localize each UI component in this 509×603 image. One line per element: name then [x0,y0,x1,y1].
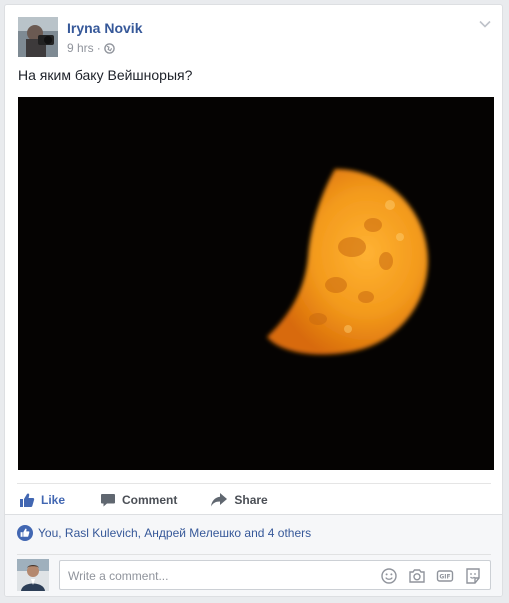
comment-tools: GIF [380,567,482,585]
post-footer: You, Rasl Kulevich, Андрей Мелешко and 4… [5,514,502,596]
globe-icon[interactable] [103,42,115,54]
post-card: Iryna Novik 9 hrs · На яким баку Вейшнор… [4,4,503,597]
post-photo-moon[interactable] [18,97,494,470]
author-name[interactable]: Iryna Novik [67,20,142,36]
comment-button[interactable]: Comment [100,485,177,515]
post-header: Iryna Novik 9 hrs · [18,17,491,61]
share-button[interactable]: Share [210,485,268,515]
gif-icon[interactable]: GIF [436,567,454,585]
chevron-down-icon[interactable] [478,17,492,31]
share-label: Share [234,493,268,507]
comment-label: Comment [122,493,178,507]
svg-text:GIF: GIF [439,574,450,581]
meta-separator: · [96,41,101,55]
share-arrow-icon [210,492,228,508]
current-user-avatar[interactable] [17,559,49,591]
post-actions-bar: Like Comment Share [17,483,491,516]
sticker-icon[interactable] [464,567,482,585]
post-meta: 9 hrs · [67,41,115,55]
reactions-text: You, Rasl Kulevich, Андрей Мелешко and 4… [38,526,312,540]
camera-icon[interactable] [408,567,426,585]
like-reaction-icon [17,525,33,541]
thumbs-up-icon [19,492,35,508]
smiley-icon[interactable] [380,567,398,585]
like-button[interactable]: Like [19,485,65,515]
like-label: Like [41,493,66,507]
post-text: На яким баку Вейшнорыя? [18,67,193,83]
comment-input[interactable] [66,567,370,585]
post-time[interactable]: 9 hrs [67,41,94,55]
reactions-summary[interactable]: You, Rasl Kulevich, Андрей Мелешко and 4… [17,525,311,541]
speech-bubble-icon [100,492,116,508]
comment-field[interactable]: GIF [59,560,491,590]
author-avatar[interactable] [18,17,58,57]
comment-composer: GIF [17,554,491,591]
